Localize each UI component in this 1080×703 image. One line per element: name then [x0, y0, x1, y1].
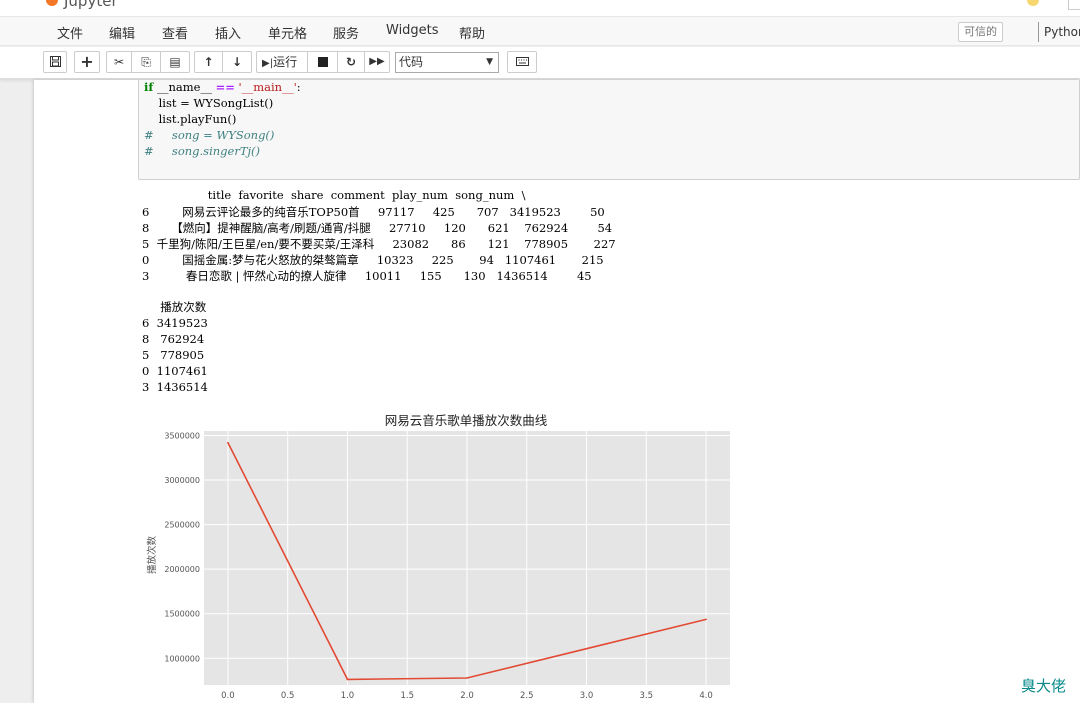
- line-chart: 网易云音乐歌单播放次数曲线 0.0 0.5 1.0 1.5 2.0 2.5 3.0 3.5 4.…: [146, 413, 730, 701]
- paste-button[interactable]: ▤: [161, 51, 190, 73]
- data-point: [227, 441, 229, 444]
- notebook-header: Jupyter: [0, 0, 1080, 16]
- dataframe-row: 3 春日恋歌 | 怦然心动的撩人旋律 10011 155 130 1436514…: [142, 269, 592, 283]
- watermark-text: 臭大佬: [1021, 677, 1067, 695]
- data-point: [585, 647, 588, 650]
- arrow-up-icon: ↑: [203, 55, 214, 69]
- series-header: 播放次数: [142, 300, 207, 314]
- kernel-indicator-icon: [1027, 0, 1039, 6]
- code-cell-input[interactable]: if __name__ == '__main__': list = WYSong…: [138, 80, 1080, 180]
- cell-type-select[interactable]: 代码 ▼: [395, 52, 499, 73]
- y-tick-label: 2000000: [164, 565, 200, 574]
- interrupt-button[interactable]: [308, 51, 338, 73]
- menu-widgets[interactable]: Widgets: [386, 23, 439, 38]
- dataframe-row: 5 千里狗/陈阳/王巨星/en/要不要买菜/王泽科 23082 86 121 7…: [142, 237, 616, 251]
- x-tick-label: 0.0: [221, 691, 235, 701]
- copy-icon: ⎘: [141, 55, 151, 69]
- code-line-2: list = WYSongList(): [144, 96, 274, 110]
- x-tick-label: 2.5: [520, 691, 534, 701]
- paste-icon: ▤: [169, 55, 181, 69]
- data-point: [705, 618, 707, 621]
- series-row: 8 762924: [142, 332, 205, 346]
- data-point: [466, 677, 468, 679]
- menu-help[interactable]: 帮助: [459, 23, 485, 42]
- cell-type-value: 代码: [399, 55, 424, 69]
- x-tick-label: 1.5: [400, 691, 414, 701]
- code-line-4: # song = WYSong(): [144, 128, 275, 142]
- play-count-chart: 网易云音乐歌单播放次数曲线 0.0 0.5 1.0 1.5 2.0 2.5 3.0 3.5 4.…: [138, 410, 738, 703]
- cut-button[interactable]: ✂: [106, 51, 132, 73]
- x-tick-label: 1.0: [341, 691, 355, 701]
- toolbar: + ✂ ⎘ ▤ ↑ ↓ ▶|运行 ↻ ▶▶ 代码 ▼: [0, 47, 1080, 79]
- scissors-icon: ✂: [113, 55, 125, 69]
- menu-edit[interactable]: 编辑: [109, 23, 135, 42]
- restart-button[interactable]: ↻: [338, 51, 365, 73]
- menu-cell[interactable]: 单元格: [268, 23, 307, 42]
- y-tick-label: 1500000: [164, 610, 200, 619]
- series-row: 3 1436514: [142, 380, 208, 394]
- logout-button[interactable]: [1068, 0, 1080, 10]
- copy-button[interactable]: ⎘: [132, 51, 161, 73]
- jupyter-logo-icon[interactable]: [46, 0, 58, 6]
- y-tick-label: 3000000: [164, 476, 200, 485]
- stop-icon: [317, 57, 328, 67]
- arrow-down-icon: ↓: [231, 55, 243, 69]
- notebook-container: if __name__ == '__main__': list = WYSong…: [34, 80, 1080, 703]
- step-forward-icon: ▶|: [262, 58, 274, 69]
- restart-icon: ↻: [345, 55, 357, 69]
- code-colon: :: [296, 80, 301, 94]
- keyboard-icon: [515, 57, 529, 66]
- add-cell-button[interactable]: +: [74, 51, 100, 73]
- menu-file[interactable]: 文件: [57, 23, 83, 42]
- code-string: '__main__': [234, 80, 297, 94]
- y-tick-label: 3500000: [164, 431, 200, 440]
- code-name: __name__: [153, 80, 216, 94]
- move-down-button[interactable]: ↓: [223, 51, 252, 73]
- series-row: 0 1107461: [142, 364, 208, 378]
- jupyter-logo-text[interactable]: Jupyter: [64, 0, 118, 10]
- save-button[interactable]: [43, 51, 67, 73]
- fast-forward-icon: ▶▶: [369, 56, 385, 67]
- kernel-name: Python: [1038, 22, 1080, 42]
- chevron-down-icon: ▼: [486, 57, 493, 67]
- dataframe-row: 8 【燃向】提神醒脑/高考/刷题/通宵/抖腿 27710 120 621 762…: [142, 221, 613, 235]
- x-tick-label: 2.0: [460, 691, 474, 701]
- dataframe-row: 6 网易云评论最多的纯音乐TOP50首 97117 425 707 341952…: [142, 205, 605, 219]
- series-row: 6 3419523: [142, 316, 208, 330]
- x-tick-label: 3.0: [580, 691, 594, 701]
- chart-title: 网易云音乐歌单播放次数曲线: [385, 413, 548, 428]
- code-line-1: if __name__ == '__main__':: [144, 80, 301, 94]
- x-tick-label: 0.5: [281, 691, 295, 701]
- floppy-icon: [49, 56, 61, 67]
- series-row: 5 778905: [142, 348, 205, 362]
- command-palette-button[interactable]: [507, 51, 537, 73]
- code-line-5: # song.singerTj(): [144, 144, 261, 158]
- code-keyword: if: [144, 80, 154, 94]
- dataframe-row: 0 国摇金属:梦与花火怒放的桀骜篇章 10323 225 94 1107461 …: [142, 253, 604, 267]
- run-button[interactable]: ▶|运行: [256, 51, 308, 73]
- menu-view[interactable]: 查看: [162, 23, 188, 42]
- y-axis-label: 播放次数: [146, 536, 158, 575]
- menu-insert[interactable]: 插入: [215, 23, 241, 42]
- code-operator: ==: [215, 80, 235, 94]
- menu-kernel[interactable]: 服务: [333, 23, 359, 42]
- x-tick-label: 4.0: [699, 691, 713, 701]
- x-tick-label: 3.5: [640, 691, 654, 701]
- move-up-button[interactable]: ↑: [194, 51, 223, 73]
- dataframe-header: title favorite share comment play_num so…: [142, 188, 526, 202]
- menu-bar: 文件 编辑 查看 插入 单元格 服务 Widgets 帮助 可信的 Python: [0, 16, 1080, 46]
- run-label: 运行: [273, 55, 298, 69]
- trusted-indicator[interactable]: 可信的: [958, 22, 1003, 42]
- code-line-3: list.playFun(): [144, 112, 237, 126]
- y-tick-label: 1000000: [164, 654, 200, 663]
- plus-icon: +: [80, 52, 94, 71]
- data-point: [346, 678, 349, 681]
- restart-run-all-button[interactable]: ▶▶: [365, 51, 390, 73]
- y-tick-label: 2500000: [164, 521, 200, 530]
